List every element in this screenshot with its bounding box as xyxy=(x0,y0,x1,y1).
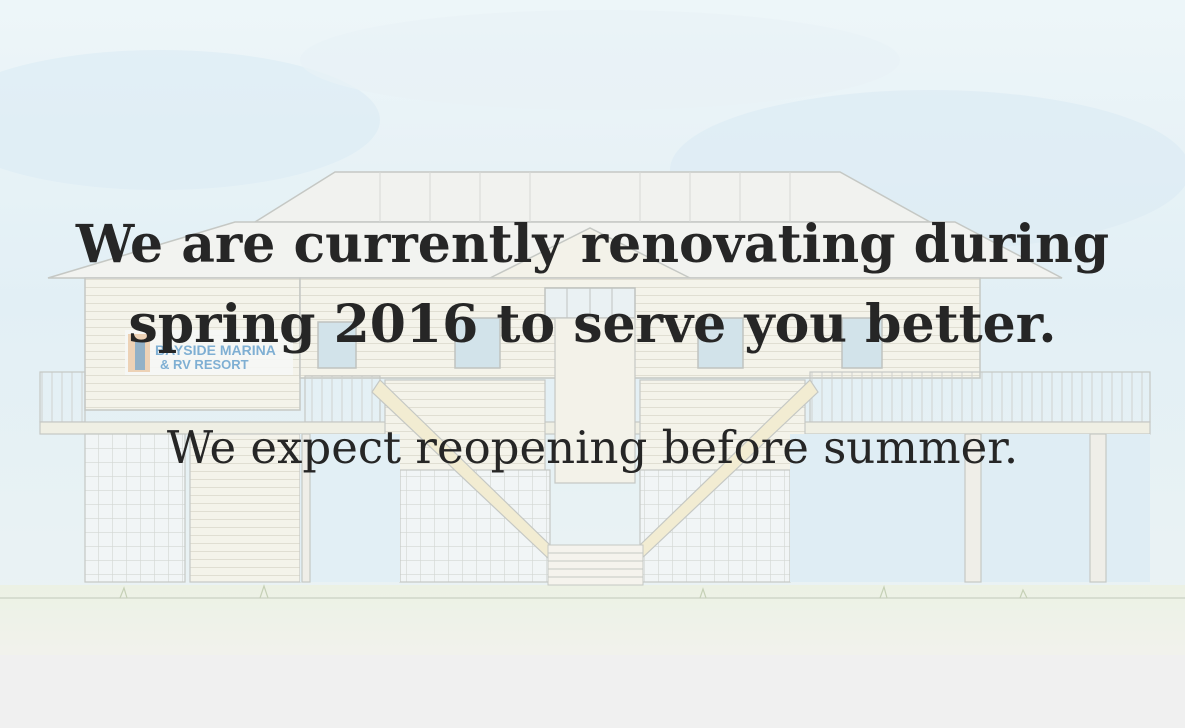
reopening-subline: We expect reopening before summer. xyxy=(166,421,1019,474)
renovation-headline: We are currently renovating during sprin… xyxy=(0,205,1185,365)
headline-line-2: spring 2016 to serve you better. xyxy=(128,294,1057,355)
headline-line-1: We are currently renovating during xyxy=(75,214,1110,275)
